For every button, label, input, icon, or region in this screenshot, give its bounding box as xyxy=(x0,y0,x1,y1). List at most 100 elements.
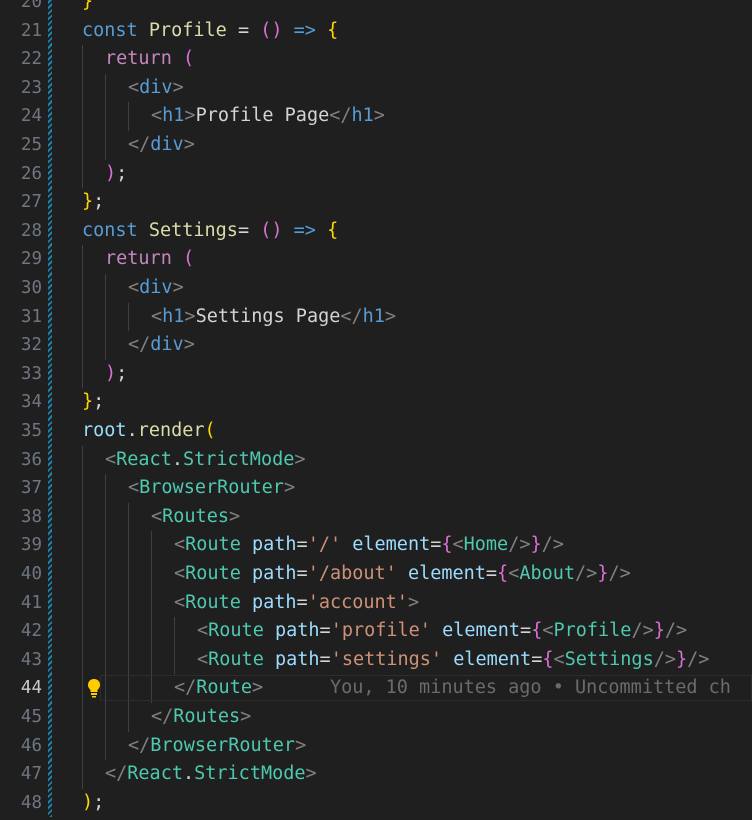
code-line[interactable]: 40 <Route path='/about' element={<About/>… xyxy=(0,560,752,589)
code-token: Route xyxy=(196,677,252,699)
code-text: ); xyxy=(82,789,104,818)
code-line[interactable]: 44 </Route> You, 10 minutes ago • Uncommi… xyxy=(0,674,752,703)
indent-guide xyxy=(128,502,129,532)
code-token: ) xyxy=(105,362,117,384)
indent-guide xyxy=(82,159,83,189)
code-token: React xyxy=(127,763,183,785)
code-token: = xyxy=(319,620,331,642)
code-token: /> xyxy=(541,534,564,556)
code-token: > xyxy=(384,305,397,327)
code-line[interactable]: 35 root.render( xyxy=(0,417,752,446)
code-line[interactable]: 47 </React.StrictMode> xyxy=(0,760,752,789)
code-token: </ xyxy=(340,305,363,327)
line-number: 29 xyxy=(20,249,42,270)
code-text: }; xyxy=(82,388,104,417)
code-token: StrictMode xyxy=(194,763,306,785)
code-token: ; xyxy=(93,191,105,213)
code-line[interactable]: 30 <div> xyxy=(0,274,752,303)
code-line[interactable]: 24 <h1>Profile Page</h1> xyxy=(0,102,752,131)
code-line[interactable]: 46 </BrowserRouter> xyxy=(0,731,752,761)
code-token: h1 xyxy=(351,105,374,127)
code-text: </Routes> xyxy=(151,703,251,732)
code-line[interactable]: 48); xyxy=(0,788,752,818)
code-token: } xyxy=(82,0,94,12)
code-token: BrowserRouter xyxy=(139,477,284,499)
code-text: <Route path='/' element={<Home/>}/> xyxy=(174,531,564,560)
code-line[interactable]: 20} xyxy=(0,0,752,17)
modified-gutter-marker xyxy=(48,102,52,131)
line-number: 41 xyxy=(20,592,42,613)
code-token: return xyxy=(105,248,172,270)
modified-gutter-marker xyxy=(48,0,52,17)
code-text: <div> xyxy=(128,74,184,103)
code-editor[interactable]: 20} 21 const Profile = () => {22 return (23… xyxy=(0,0,752,820)
line-number: 22 xyxy=(20,49,42,70)
code-line[interactable]: 33); xyxy=(0,359,752,389)
line-number: 47 xyxy=(20,764,42,785)
indent-guide xyxy=(105,731,106,761)
modified-gutter-marker xyxy=(48,674,52,703)
code-token: h1 xyxy=(362,305,385,327)
code-line[interactable]: 37 <BrowserRouter> xyxy=(0,474,752,503)
code-line[interactable]: 39 <Route path='/' element={<Home/>}/> xyxy=(0,531,752,560)
modified-gutter-marker xyxy=(48,45,52,74)
code-line[interactable]: 22 return ( xyxy=(0,45,752,74)
code-token: '/about' xyxy=(307,563,397,584)
code-line[interactable]: 36 <React.StrictMode> xyxy=(0,445,752,475)
code-line[interactable]: 31 <h1>Settings Page</h1> xyxy=(0,302,752,332)
code-token: Settings xyxy=(564,648,654,670)
code-token: Routes xyxy=(162,505,229,527)
code-token: </ xyxy=(128,734,151,756)
code-line[interactable]: 38 <Routes> xyxy=(0,502,752,532)
code-token: } xyxy=(676,648,688,670)
code-line[interactable]: 42 <Route path='profile' element={<Profil… xyxy=(0,617,752,646)
code-token: { xyxy=(441,534,453,556)
code-line[interactable]: 28 const Settings= () => { xyxy=(0,216,752,246)
line-number: 31 xyxy=(20,306,42,327)
code-token: > xyxy=(305,763,317,785)
code-token: h1 xyxy=(162,105,185,127)
code-text: root.render( xyxy=(82,417,216,446)
code-token: > xyxy=(172,76,184,98)
code-line[interactable]: 27}; xyxy=(0,188,752,217)
modified-gutter-marker xyxy=(48,131,52,160)
code-token: < xyxy=(128,277,140,298)
code-line[interactable]: 32 </div> xyxy=(0,331,752,360)
code-text: <h1>Settings Page</h1> xyxy=(151,303,396,332)
line-number: 34 xyxy=(20,392,42,413)
code-token: > xyxy=(183,334,195,356)
modified-gutter-marker xyxy=(48,73,52,103)
line-number: 21 xyxy=(20,20,42,41)
code-line[interactable]: 25 </div> xyxy=(0,131,752,160)
code-text: } xyxy=(82,0,93,17)
code-token: '/' xyxy=(307,534,342,556)
modified-gutter-marker xyxy=(48,445,52,475)
code-token: Routes xyxy=(173,706,241,727)
modified-gutter-marker xyxy=(48,417,52,446)
code-line[interactable]: 26); xyxy=(0,159,752,189)
code-token: < xyxy=(553,648,565,670)
code-line[interactable]: 45 </Routes> xyxy=(0,703,752,732)
code-line[interactable]: 43 <Route path='settings' element={<Setti… xyxy=(0,645,752,675)
code-token: => xyxy=(282,19,328,41)
line-number: 30 xyxy=(20,278,42,298)
indent-guide xyxy=(128,703,129,732)
code-token: = xyxy=(520,620,532,642)
code-text: </BrowserRouter> xyxy=(128,732,306,761)
code-line[interactable]: 21 const Profile = () => { xyxy=(0,16,752,46)
lightbulb-icon[interactable] xyxy=(86,678,102,698)
line-number: 35 xyxy=(20,421,42,441)
code-line[interactable]: 23 <div> xyxy=(0,73,752,103)
code-line[interactable]: 41 <Route path='account'> xyxy=(0,588,752,618)
indent-guide xyxy=(151,531,152,560)
modified-gutter-marker xyxy=(48,731,52,761)
indent-guide xyxy=(105,131,106,160)
code-line[interactable]: 29 return ( xyxy=(0,245,752,274)
indent-guide xyxy=(105,645,106,675)
code-token: } xyxy=(82,391,94,413)
code-token: /> xyxy=(664,620,688,642)
code-line[interactable]: 34}; xyxy=(0,388,752,417)
indent-guide xyxy=(82,731,83,761)
